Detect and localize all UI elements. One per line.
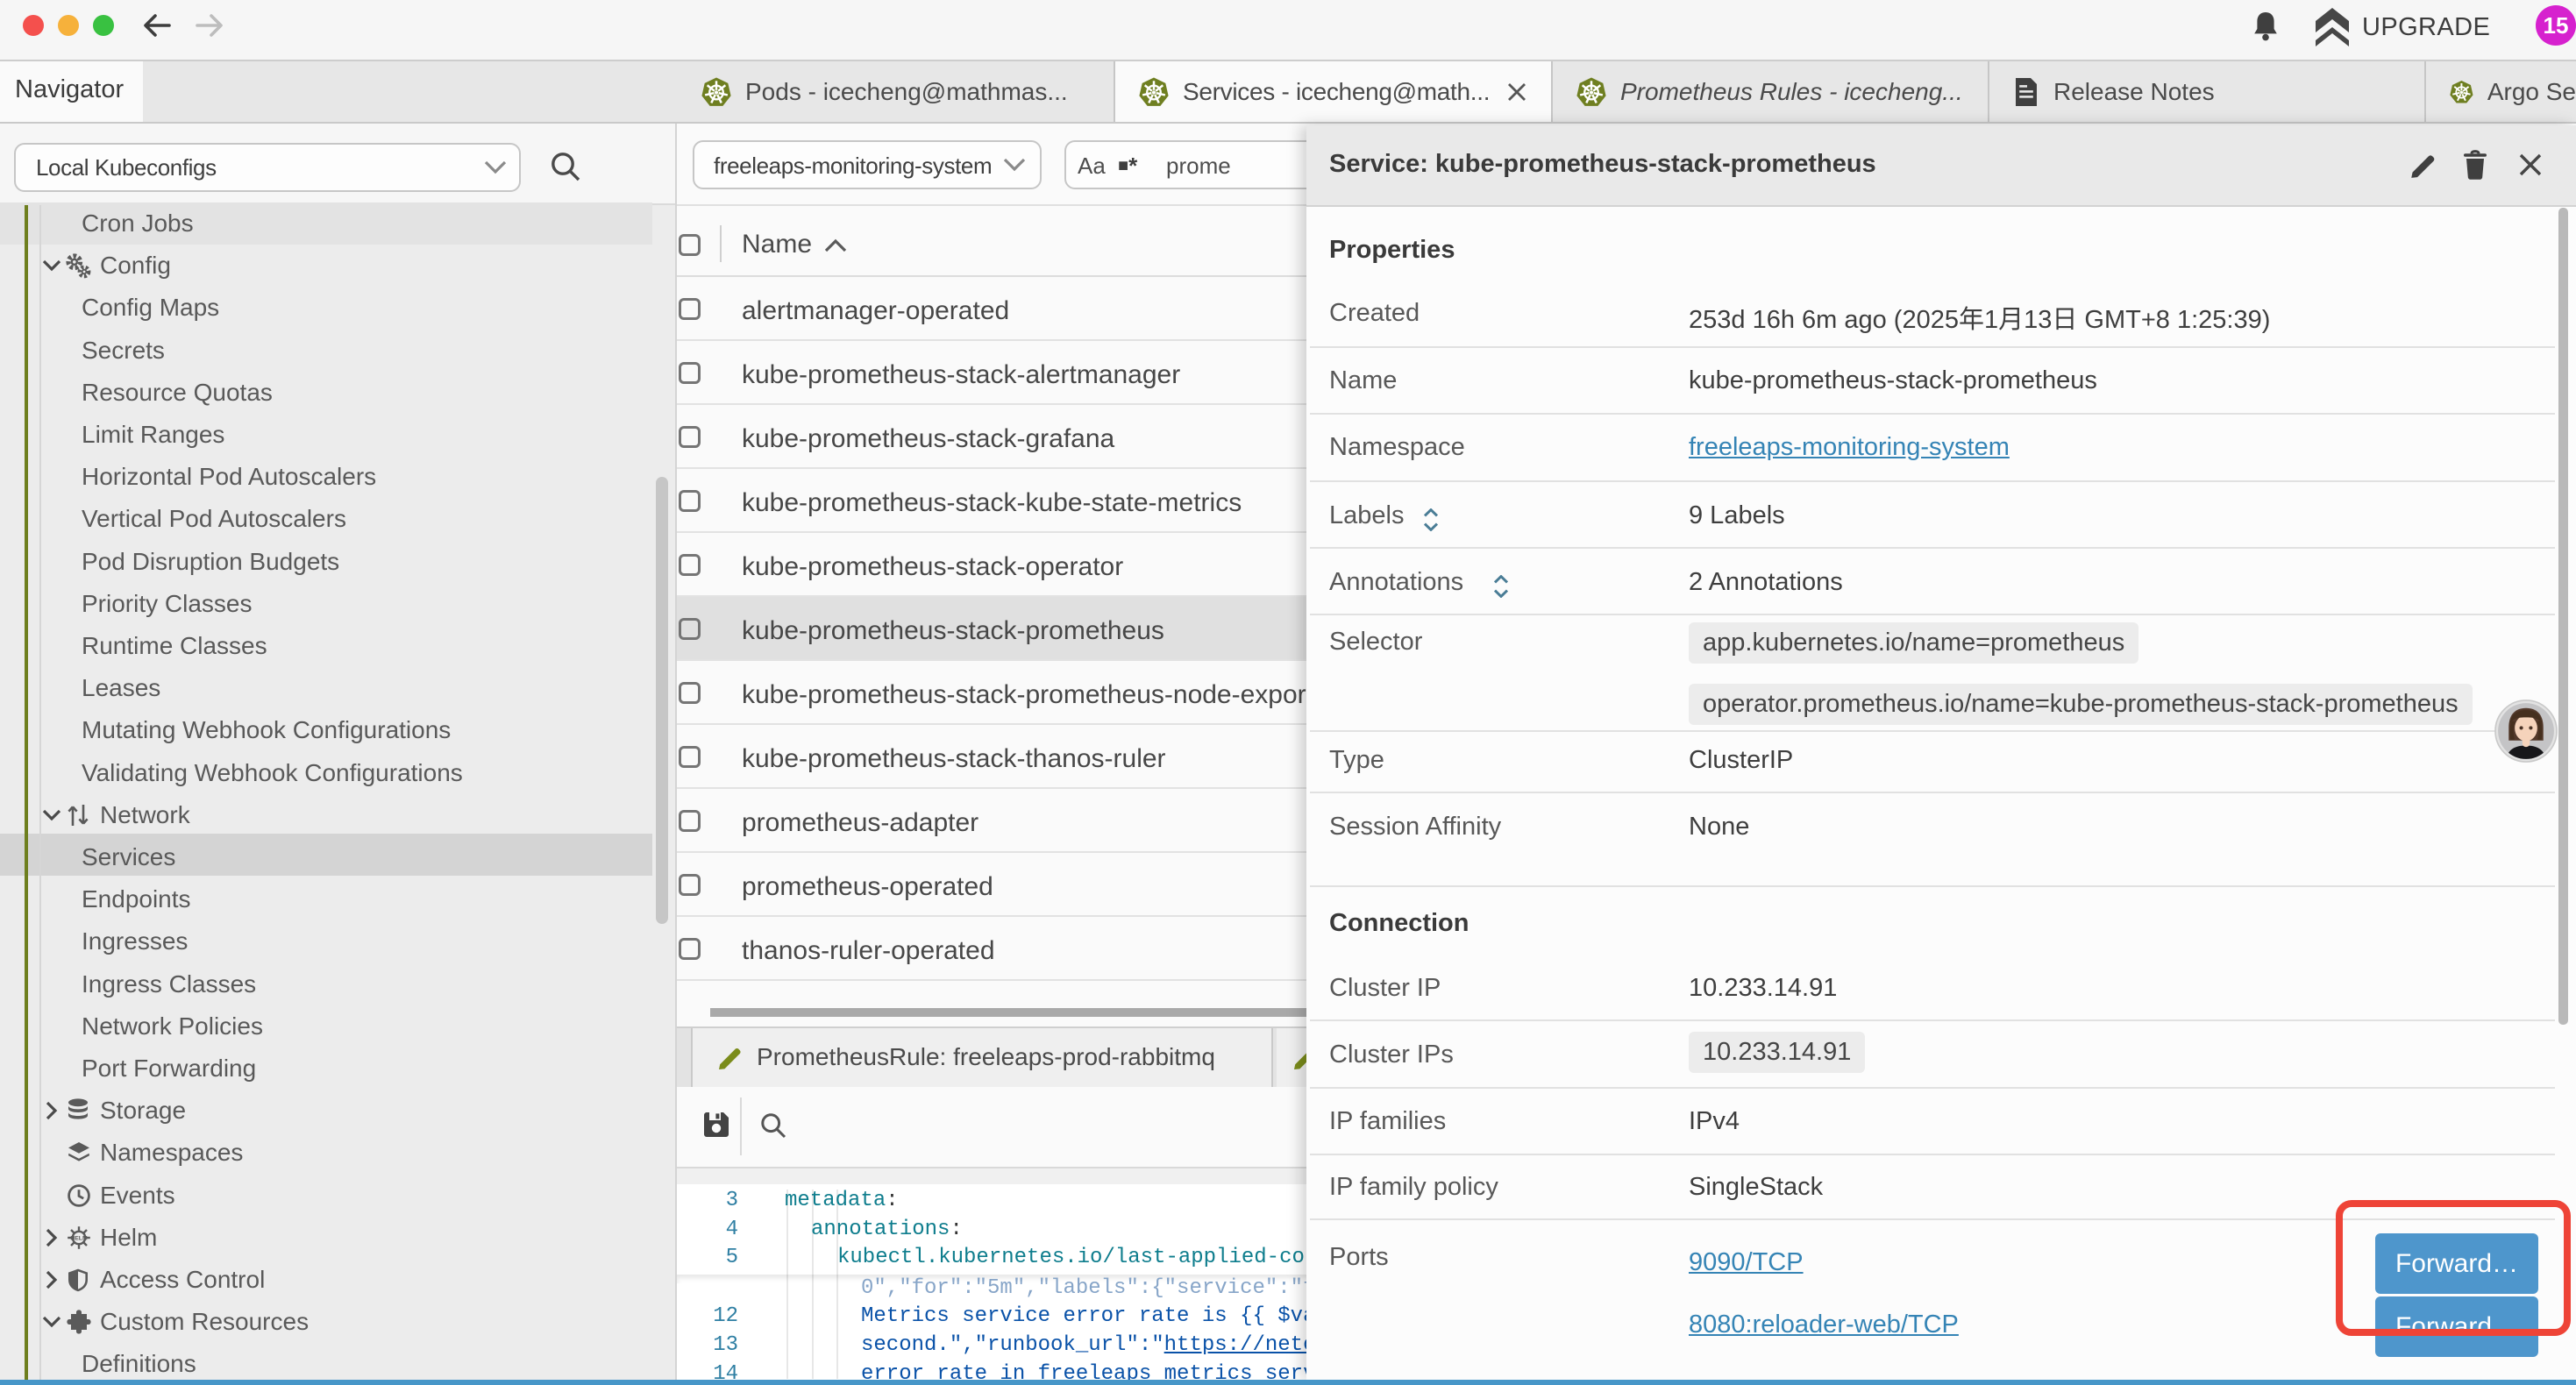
svg-text:HELM: HELM — [70, 1235, 88, 1241]
